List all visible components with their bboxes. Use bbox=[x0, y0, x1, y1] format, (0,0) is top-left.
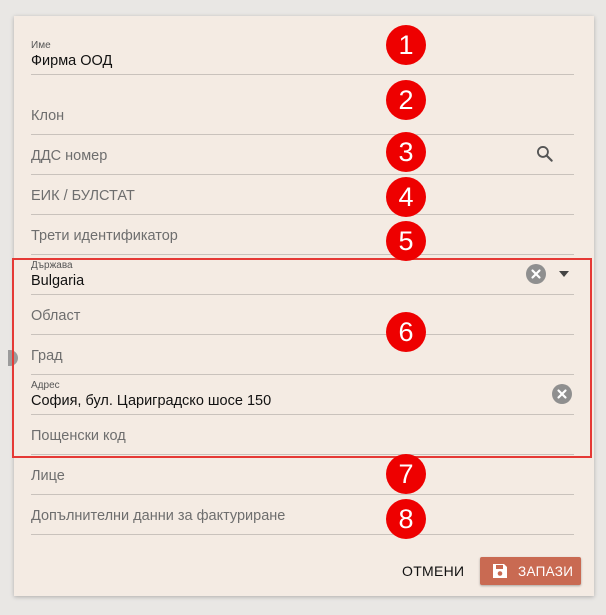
annotation-badge-4: 4 bbox=[386, 177, 426, 217]
name-label: Име bbox=[31, 40, 51, 51]
save-button-label: ЗАПАЗИ bbox=[518, 564, 574, 579]
annotation-badge-8: 8 bbox=[386, 499, 426, 539]
search-icon[interactable] bbox=[535, 144, 555, 164]
branch-placeholder: Клон bbox=[31, 108, 65, 124]
third-id-placeholder: Трети идентификатор bbox=[31, 228, 178, 244]
annotation-badge-5: 5 bbox=[386, 221, 426, 261]
cancel-button[interactable]: ОТМЕНИ bbox=[402, 563, 464, 579]
billing-data-field[interactable]: Допълнителни данни за фактуриране bbox=[31, 494, 574, 535]
annotation-badge-6: 6 bbox=[386, 312, 426, 352]
vat-placeholder: ДДС номер bbox=[31, 148, 108, 164]
annotation-badge-7: 7 bbox=[386, 454, 426, 494]
annotation-badge-2: 2 bbox=[386, 80, 426, 120]
person-field[interactable]: Лице bbox=[31, 454, 574, 495]
branch-field[interactable]: Клон bbox=[31, 94, 574, 135]
annotation-badge-1: 1 bbox=[386, 25, 426, 65]
annotation-badge-3: 3 bbox=[386, 132, 426, 172]
save-button[interactable]: ЗАПАЗИ bbox=[480, 557, 581, 585]
name-value[interactable]: Фирма ООД bbox=[31, 53, 112, 69]
address-group-highlight bbox=[12, 258, 592, 458]
floppy-disk-icon bbox=[493, 564, 507, 578]
eik-field[interactable]: ЕИК / БУЛСТАТ bbox=[31, 174, 574, 215]
eik-placeholder: ЕИК / БУЛСТАТ bbox=[31, 188, 135, 204]
name-field[interactable]: Име Фирма ООД bbox=[31, 34, 574, 75]
third-id-field[interactable]: Трети идентификатор bbox=[31, 214, 574, 255]
vat-field[interactable]: ДДС номер bbox=[31, 134, 574, 175]
person-placeholder: Лице bbox=[31, 468, 65, 484]
billing-data-placeholder: Допълнителни данни за фактуриране bbox=[31, 508, 286, 524]
